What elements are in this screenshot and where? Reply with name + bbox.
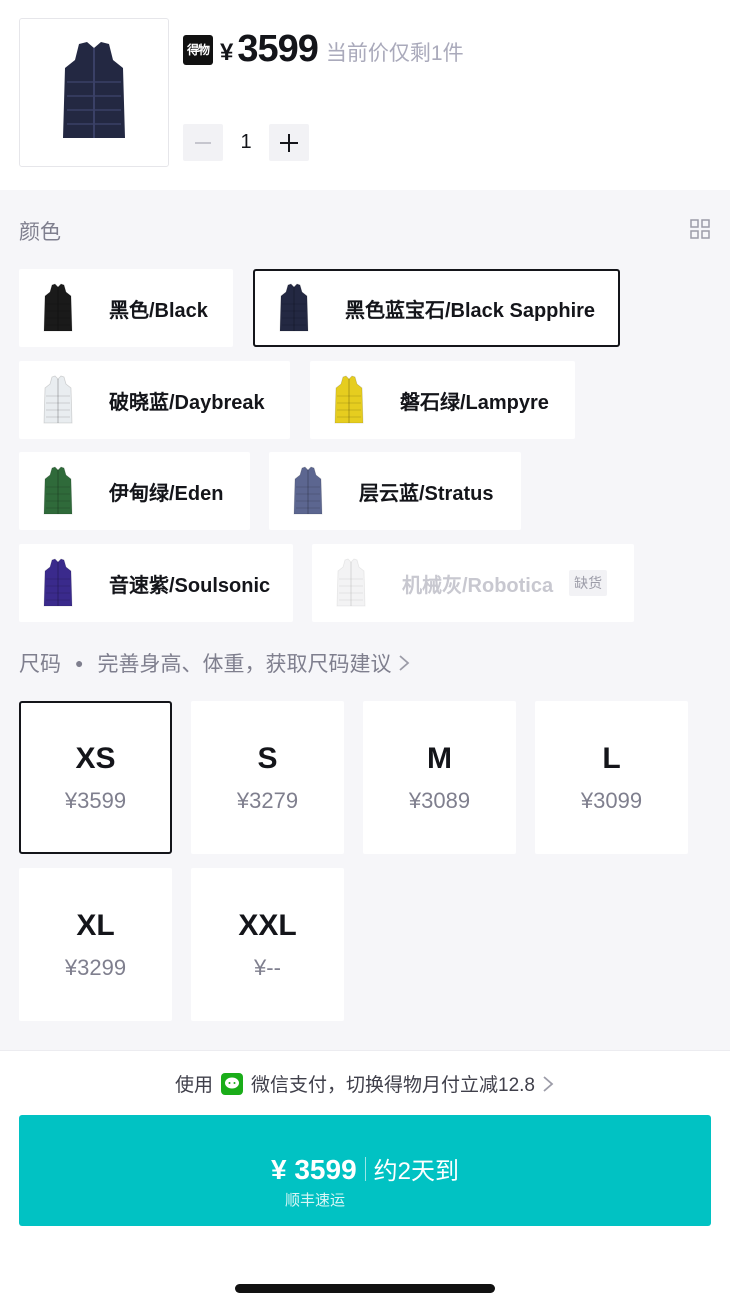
color-option-stratus[interactable]: 层云蓝/Stratus <box>269 452 521 530</box>
vest-icon <box>336 558 366 607</box>
color-option-label: 黑色蓝宝石/Black Sapphire <box>345 299 596 322</box>
size-price: ¥-- <box>254 954 281 980</box>
quantity-stepper: 1 <box>183 124 309 161</box>
size-advice-link[interactable]: 尺码 ● 完善身高、体重，获取尺码建议 <box>19 648 411 678</box>
buy-button[interactable]: ¥ 3599 约2天到 顺丰速运 <box>19 1115 711 1226</box>
wechat-pay-icon <box>221 1072 244 1095</box>
brand-badge: 得物 <box>183 34 213 65</box>
size-label: XS <box>75 741 116 775</box>
current-price: 3599 <box>237 28 319 70</box>
grid-view-icon[interactable] <box>690 219 710 239</box>
size-option-m[interactable]: M ¥3089 <box>363 701 516 854</box>
vest-icon <box>43 558 73 607</box>
shipping-method: 顺丰速运 <box>285 1192 346 1209</box>
color-thumbnail <box>310 361 388 439</box>
color-thumbnail <box>19 544 97 622</box>
color-option-black-sapphire[interactable]: 黑色蓝宝石/Black Sapphire <box>253 269 620 347</box>
size-option-s[interactable]: S ¥3279 <box>191 701 344 854</box>
color-thumbnail <box>19 269 97 347</box>
size-option-xxl[interactable]: XXL ¥-- <box>191 868 344 1021</box>
color-option-label: 黑色/Black <box>109 299 208 322</box>
color-option-label: 音速紫/Soulsonic <box>109 574 271 597</box>
quantity-value: 1 <box>240 131 252 153</box>
buy-main-line: ¥ 3599 约2天到 <box>19 1151 711 1186</box>
size-label: L <box>602 741 621 775</box>
size-price: ¥3089 <box>408 787 471 813</box>
decrease-button[interactable] <box>183 124 223 161</box>
payment-prefix: 使用 <box>175 1075 214 1096</box>
color-thumbnail <box>255 271 333 345</box>
size-label: M <box>427 741 452 775</box>
out-of-stock-badge: 缺货 <box>569 570 608 596</box>
stock-note: 当前价仅剩1件 <box>325 41 464 65</box>
color-thumbnail <box>19 452 97 530</box>
color-option-label: 层云蓝/Stratus <box>359 482 494 505</box>
color-option-label: 机械灰/Robotica <box>402 574 554 597</box>
separator-dot: ● <box>75 655 84 671</box>
size-option-l[interactable]: L ¥3099 <box>535 701 688 854</box>
size-section-title: 尺码 <box>19 653 61 676</box>
size-label: XL <box>76 908 115 942</box>
product-thumbnail[interactable] <box>19 18 169 167</box>
color-section-title: 颜色 <box>19 221 61 244</box>
payment-switch-link[interactable]: 使用 微信支付，切换得物月付立减12.8 <box>0 1070 730 1097</box>
increase-button[interactable] <box>269 124 309 161</box>
color-option-label: 伊甸绿/Eden <box>109 482 224 505</box>
product-summary: 得物 ¥ 3599 当前价仅剩1件 1 <box>0 0 730 190</box>
delivery-eta: 约2天到 <box>373 1158 459 1185</box>
home-indicator <box>235 1284 495 1293</box>
vest-icon <box>293 466 323 515</box>
divider <box>364 1156 366 1181</box>
price-row: 得物 ¥ 3599 当前价仅剩1件 <box>183 28 464 71</box>
color-option-black[interactable]: 黑色/Black <box>19 269 233 347</box>
color-option-label: 破晓蓝/Daybreak <box>109 391 265 414</box>
size-price: ¥3279 <box>236 787 299 813</box>
color-option-lampyre[interactable]: 磐石绿/Lampyre <box>310 361 575 439</box>
vest-icon <box>279 283 309 332</box>
size-price: ¥3599 <box>64 787 127 813</box>
size-hint: 完善身高、体重，获取尺码建议 <box>97 653 392 676</box>
vest-icon <box>43 466 73 515</box>
color-thumbnail <box>312 544 390 622</box>
size-label: XXL <box>238 908 297 942</box>
vest-icon <box>43 375 73 424</box>
color-thumbnail <box>19 361 97 439</box>
vest-image <box>63 41 125 138</box>
size-price: ¥3299 <box>64 954 127 980</box>
chevron-right-icon <box>399 655 410 671</box>
chevron-right-icon <box>543 1075 554 1092</box>
size-option-xl[interactable]: XL ¥3299 <box>19 868 172 1021</box>
currency-symbol: ¥ <box>220 38 234 66</box>
color-option-robotica[interactable]: 机械灰/Robotica 缺货 <box>312 544 634 622</box>
color-option-eden[interactable]: 伊甸绿/Eden <box>19 452 250 530</box>
color-option-daybreak[interactable]: 破晓蓝/Daybreak <box>19 361 290 439</box>
size-option-xs[interactable]: XS ¥3599 <box>19 701 172 854</box>
color-option-label: 磐石绿/Lampyre <box>400 391 549 414</box>
payment-text: 微信支付，切换得物月付立减12.8 <box>251 1075 535 1096</box>
vest-icon <box>334 375 364 424</box>
color-thumbnail <box>269 452 347 530</box>
minus-icon <box>195 141 211 144</box>
plus-icon <box>280 133 298 152</box>
size-label: S <box>257 741 278 775</box>
vest-icon <box>43 283 73 332</box>
size-price: ¥3099 <box>580 787 643 813</box>
color-option-soulsonic[interactable]: 音速紫/Soulsonic <box>19 544 293 622</box>
buy-price: ¥ 3599 <box>271 1154 357 1185</box>
